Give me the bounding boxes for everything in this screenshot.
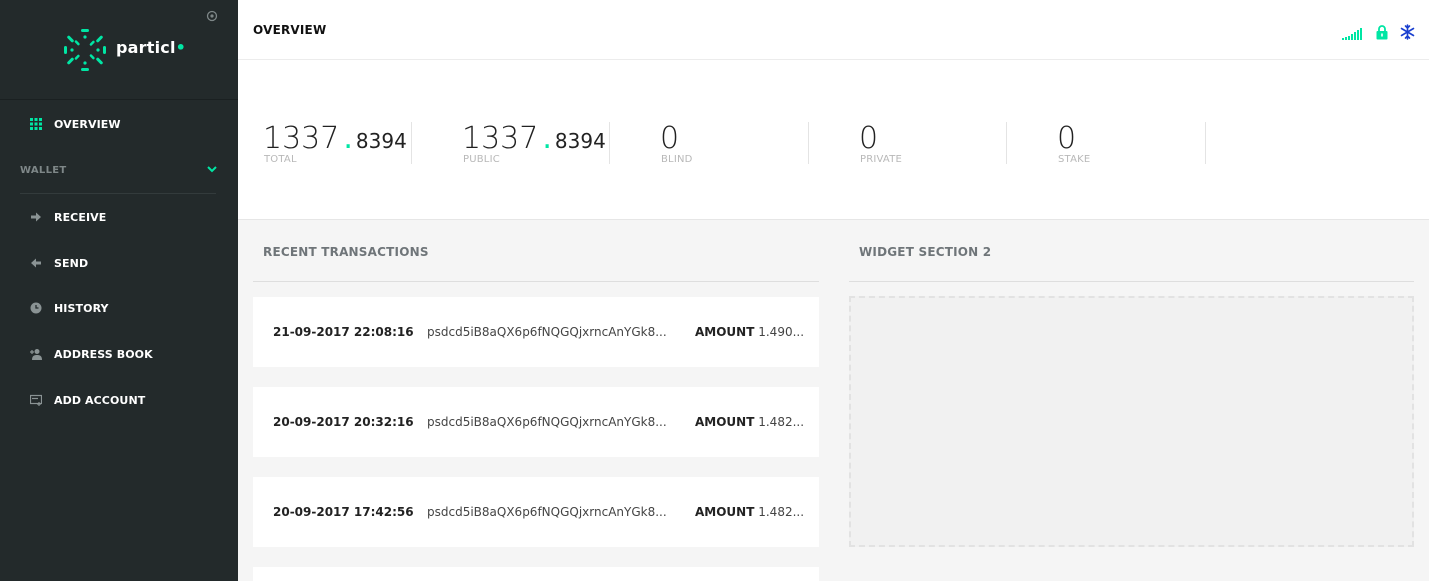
transaction-amount: AMOUNT 1.482... [695, 505, 805, 519]
lock-icon[interactable] [1376, 25, 1388, 40]
signal-icon[interactable] [1342, 28, 1364, 40]
logo-area: particl• [0, 0, 238, 100]
sidebar-item-label: ADD ACCOUNT [54, 394, 146, 407]
sidebar-item-label: OVERVIEW [54, 118, 121, 131]
balance-value: 0 [859, 121, 879, 156]
transaction-row[interactable]: 20-09-2017 17:42:56 psdcd5iB8aQX6p6fNQGQ… [253, 477, 819, 547]
sidebar-item-add-account[interactable]: ADD ACCOUNT [0, 386, 238, 416]
balance-stake: 0 STAKE [1057, 121, 1206, 165]
divider [20, 193, 216, 194]
balance-value: 1337. 8394 [263, 121, 407, 156]
sidebar-item-receive[interactable]: RECEIVE [0, 203, 238, 233]
particl-logo-icon [64, 29, 106, 71]
arrow-left-icon [31, 258, 41, 268]
transaction-date: 20-09-2017 17:42:56 [273, 505, 414, 519]
chevron-down-icon[interactable] [206, 163, 218, 175]
transaction-amount: AMOUNT 1.482... [695, 415, 805, 429]
balance-blind: 0 BLIND [660, 121, 809, 165]
balance-value: 0 [1057, 121, 1077, 156]
arrow-right-icon [31, 212, 41, 222]
divider [849, 281, 1414, 282]
balance-label: STAKE [1058, 154, 1091, 165]
sidebar-item-send[interactable]: SEND [0, 249, 238, 279]
sidebar-item-label: ADDRESS BOOK [54, 348, 153, 361]
add-account-icon [30, 394, 42, 406]
sidebar-item-overview[interactable]: OVERVIEW [0, 110, 238, 140]
balance-value: 0 [660, 121, 680, 156]
transaction-row[interactable]: 20-09-2017 20:32:16 psdcd5iB8aQX6p6fNQGQ… [253, 387, 819, 457]
transaction-address: psdcd5iB8aQX6p6fNQGQjxrncAnYGk8... [427, 505, 667, 519]
transaction-address: psdcd5iB8aQX6p6fNQGQjxrncAnYGk8... [427, 325, 667, 339]
balance-private: 0 PRIVATE [859, 121, 1007, 165]
recent-transactions-heading: RECENT TRANSACTIONS [263, 245, 429, 259]
sidebar-item-label: SEND [54, 257, 89, 270]
transaction-date: 20-09-2017 20:32:16 [273, 415, 414, 429]
sidebar-item-address-book[interactable]: ADDRESS BOOK [0, 340, 238, 370]
transaction-date: 21-09-2017 22:08:16 [273, 325, 414, 339]
wallet-section-label: WALLET [20, 165, 67, 176]
balance-label: BLIND [661, 154, 693, 165]
user-add-icon [30, 349, 42, 360]
balance-label: PRIVATE [860, 154, 903, 165]
transaction-amount: AMOUNT 1.490... [695, 325, 805, 339]
balance-label: TOTAL [264, 154, 297, 165]
balances-panel: 1337. 8394 TOTAL 1337. 8394 PUBLIC 0 BLIND… [238, 60, 1429, 220]
sidebar: particl• OVERVIEW WALLET RECEIVE SEND HI… [0, 0, 238, 581]
sidebar-item-label: RECEIVE [54, 211, 107, 224]
transaction-row[interactable] [253, 567, 819, 581]
status-icons [1342, 22, 1415, 40]
logo-text: particl• [116, 38, 187, 57]
snowflake-icon[interactable] [1400, 24, 1415, 40]
balance-public: 1337. 8394 PUBLIC [462, 121, 610, 165]
grid-icon [30, 118, 42, 130]
transaction-address: psdcd5iB8aQX6p6fNQGQjxrncAnYGk8... [427, 415, 667, 429]
divider [253, 281, 819, 282]
balance-total: 1337. 8394 TOTAL [263, 121, 412, 165]
settings-icon[interactable] [206, 10, 218, 22]
balance-label: PUBLIC [463, 154, 500, 165]
clock-icon [30, 302, 42, 314]
widget-section-2-heading: WIDGET SECTION 2 [859, 245, 992, 259]
balance-value: 1337. 8394 [462, 121, 606, 156]
widget-placeholder [849, 296, 1414, 547]
sidebar-item-label: HISTORY [54, 302, 109, 315]
header: OVERVIEW [238, 0, 1429, 60]
sidebar-item-history[interactable]: HISTORY [0, 294, 238, 324]
transaction-row[interactable]: 21-09-2017 22:08:16 psdcd5iB8aQX6p6fNQGQ… [253, 297, 819, 367]
page-title: OVERVIEW [253, 23, 327, 37]
